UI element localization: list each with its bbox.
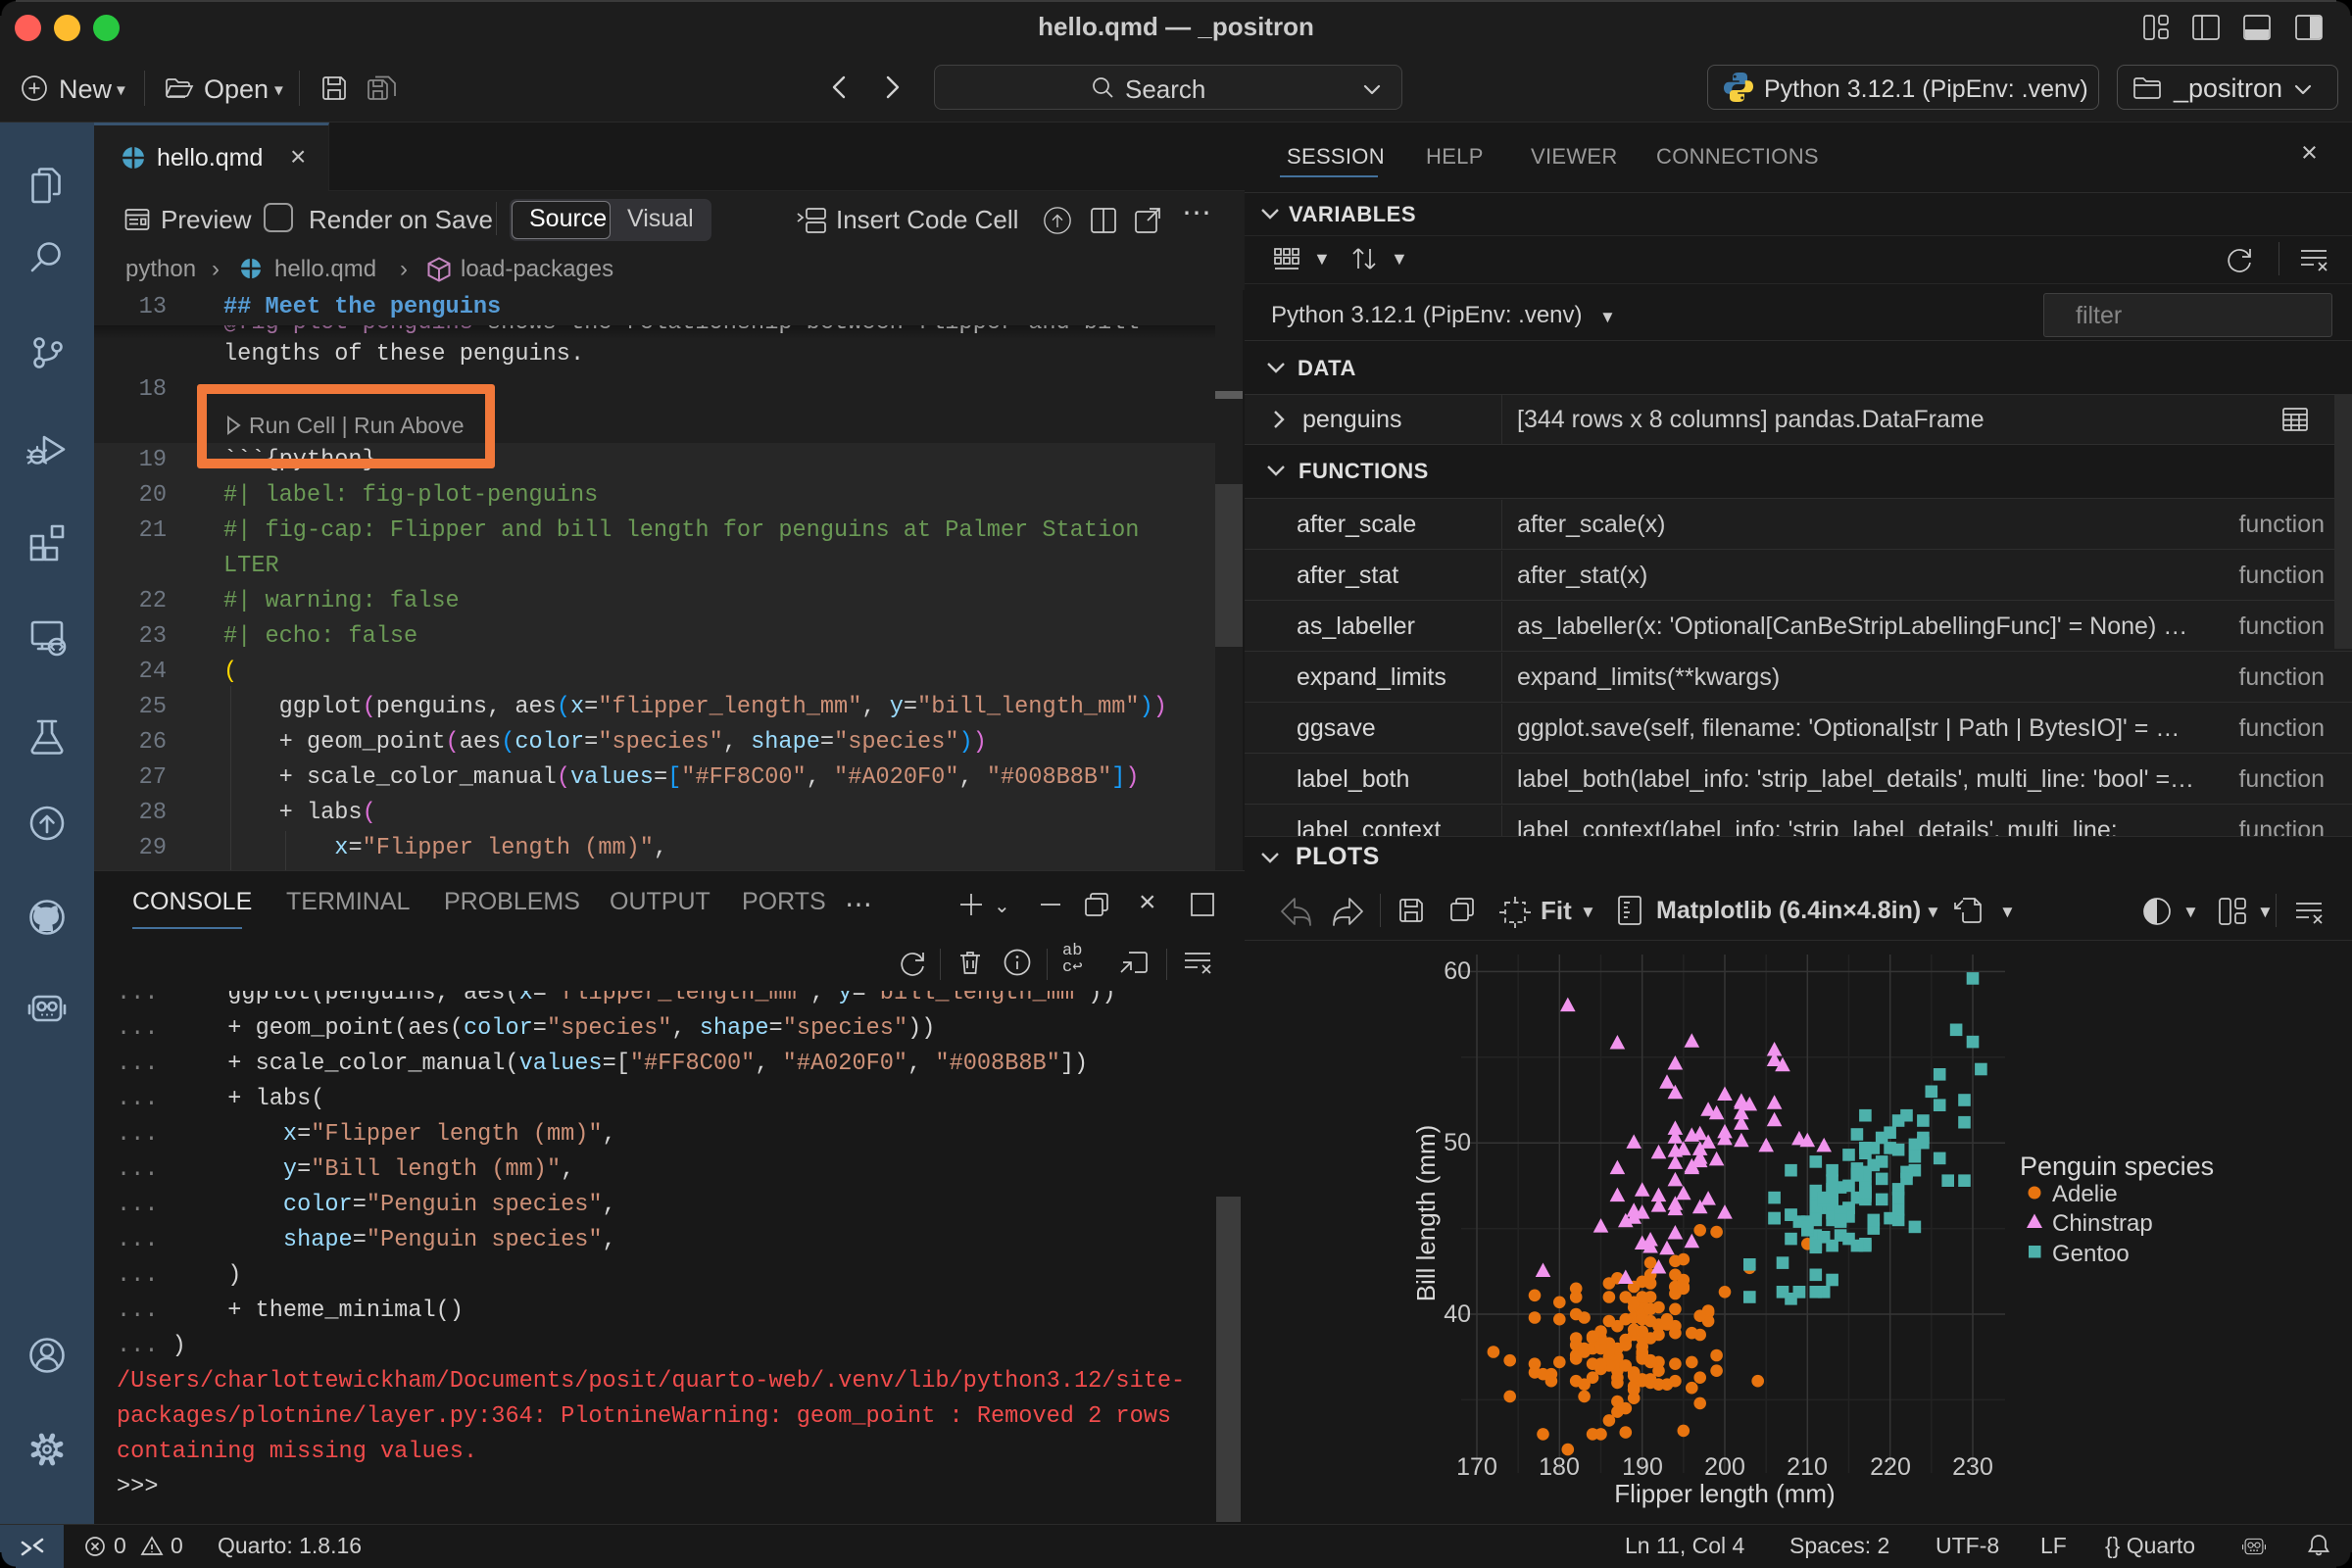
svg-text:230: 230 — [1952, 1453, 1993, 1481]
svg-text:Adelie: Adelie — [2052, 1181, 2118, 1207]
svg-text:Gentoo: Gentoo — [2052, 1241, 2130, 1267]
svg-text:Bill length (mm): Bill length (mm) — [1411, 1125, 1441, 1302]
svg-text:Chinstrap: Chinstrap — [2052, 1210, 2153, 1237]
svg-text:50: 50 — [1444, 1129, 1471, 1156]
svg-text:60: 60 — [1444, 957, 1471, 985]
svg-text:220: 220 — [1870, 1453, 1911, 1481]
svg-text:180: 180 — [1539, 1453, 1580, 1481]
svg-text:40: 40 — [1444, 1300, 1471, 1328]
svg-text:170: 170 — [1456, 1453, 1497, 1481]
svg-text:Penguin species: Penguin species — [2020, 1152, 2214, 1181]
svg-text:210: 210 — [1787, 1453, 1828, 1481]
svg-text:190: 190 — [1622, 1453, 1663, 1481]
svg-text:Flipper length (mm): Flipper length (mm) — [1614, 1479, 1835, 1508]
svg-text:200: 200 — [1704, 1453, 1745, 1481]
